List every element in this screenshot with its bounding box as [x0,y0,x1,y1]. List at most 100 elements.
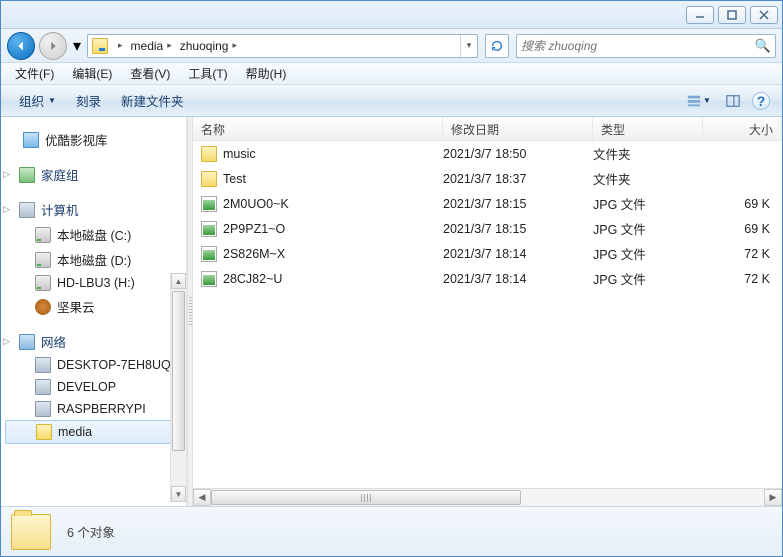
sidebar-group-label: 网络 [41,332,66,351]
minimize-button[interactable] [686,6,714,24]
chevron-right-icon: ▷ [3,204,13,215]
menu-view[interactable]: 查看(V) [122,63,178,84]
body: 优酷影视库 ▷ 家庭组 ▷ 计算机 本地磁盘 (C:) 本地磁盘 (D:) HD-L… [1,117,782,506]
sidebar-item-label: HD-LBU3 (H:) [57,276,135,290]
file-row[interactable]: 28CJ82~U2021/3/7 18:14JPG 文件72 K [193,266,782,291]
col-size[interactable]: 大小 [703,117,782,140]
file-type: JPG 文件 [593,244,703,263]
file-row[interactable]: music2021/3/7 18:50文件夹 [193,141,782,166]
computer-icon [19,202,35,218]
address-dropdown[interactable]: ▾ [461,35,477,57]
network-icon [19,334,35,350]
file-type: JPG 文件 [593,269,703,288]
back-button[interactable] [7,32,35,60]
splitter[interactable] [187,117,193,506]
menu-bar: 文件(F) 编辑(E) 查看(V) 工具(T) 帮助(H) [1,63,782,85]
refresh-button[interactable] [485,34,509,58]
toolbar-burn[interactable]: 刻录 [66,87,111,114]
sidebar-item-host[interactable]: media [5,420,182,444]
drive-icon [35,299,51,315]
sidebar-item-drive[interactable]: HD-LBU3 (H:) [1,272,186,294]
folder-icon [11,514,51,550]
image-file-icon [201,271,217,287]
file-date: 2021/3/7 18:37 [443,172,593,186]
file-date: 2021/3/7 18:14 [443,272,593,286]
sidebar-item-drive[interactable]: 本地磁盘 (D:) [1,247,186,272]
nav-history-dropdown[interactable]: ▾ [71,34,83,58]
scroll-left-arrow[interactable]: ◀ [193,489,211,506]
sidebar-item-label: DESKTOP-7EH8UQ1 [57,358,178,372]
drive-icon [35,275,51,291]
col-date[interactable]: 修改日期 [443,117,593,140]
computer-icon [35,357,51,373]
file-list[interactable]: music2021/3/7 18:50文件夹 Test 2021/3/7 18:37… [193,141,782,488]
file-size: 69 K [703,222,782,236]
scroll-down-arrow[interactable]: ▼ [171,486,186,502]
file-size: 69 K [703,197,782,211]
computer-icon [35,379,51,395]
sidebar-item-label: 本地磁盘 (D:) [57,250,131,269]
sidebar-item-label: RASPBERRYPI [57,402,146,416]
sidebar-group-homegroup[interactable]: ▷ 家庭组 [1,162,186,187]
scroll-thumb[interactable] [172,291,185,451]
homegroup-icon [19,167,35,183]
sidebar-item-drive[interactable]: 本地磁盘 (C:) [1,222,186,247]
toolbar-help-button[interactable]: ? [748,90,774,112]
sidebar-item-youku[interactable]: 优酷影视库 [1,127,186,152]
menu-tools[interactable]: 工具(T) [180,63,235,84]
sidebar-item-drive[interactable]: 坚果云 [1,294,186,319]
col-type[interactable]: 类型 [593,117,703,140]
toolbar-new-folder[interactable]: 新建文件夹 [111,87,194,114]
sidebar-item-host[interactable]: DEVELOP [1,376,186,398]
scroll-up-arrow[interactable]: ▲ [171,273,186,289]
folder-icon [36,424,52,440]
toolbar-organize[interactable]: 组织▼ [9,87,66,114]
sidebar-item-host[interactable]: RASPBERRYPI [1,398,186,420]
toolbar-preview-pane-button[interactable] [720,90,746,112]
status-text: 6 个对象 [67,522,115,541]
address-bar[interactable]: ▸ media▸ zhuoqing▸ ▾ [87,34,478,58]
file-name: Test [223,172,246,186]
sidebar-group-computer[interactable]: ▷ 计算机 [1,197,186,222]
menu-edit[interactable]: 编辑(E) [64,63,120,84]
sidebar-item-label: DEVELOP [57,380,116,394]
file-type: JPG 文件 [593,194,703,213]
horizontal-scrollbar[interactable]: ◀ ▶ [193,488,782,506]
breadcrumb-seg-media[interactable]: media▸ [127,35,176,57]
sidebar-item-label: 坚果云 [57,297,95,316]
file-row[interactable]: 2P9PZ1~O2021/3/7 18:15JPG 文件69 K [193,216,782,241]
search-icon[interactable]: 🔍 [755,38,771,54]
breadcrumb-seg-zhuoqing[interactable]: zhuoqing▸ [176,35,241,57]
file-name: 2S826M~X [223,247,285,261]
file-row[interactable]: 2M0UO0~K2021/3/7 18:15JPG 文件69 K [193,191,782,216]
maximize-button[interactable] [718,6,746,24]
sidebar-item-host[interactable]: DESKTOP-7EH8UQ1 [1,354,186,376]
sidebar-group-label: 家庭组 [41,165,79,184]
file-row[interactable]: 2S826M~X2021/3/7 18:14JPG 文件72 K [193,241,782,266]
menu-file[interactable]: 文件(F) [7,63,62,84]
image-file-icon [201,246,217,262]
sidebar-scrollbar[interactable]: ▲ ▼ [170,273,186,502]
scroll-right-arrow[interactable]: ▶ [764,489,782,506]
toolbar-view-button[interactable]: ▼ [680,90,718,112]
scroll-thumb[interactable] [211,490,521,505]
menu-help[interactable]: 帮助(H) [238,63,295,84]
file-row[interactable]: Test 2021/3/7 18:37文件夹 [193,166,782,191]
file-type: JPG 文件 [593,219,703,238]
sidebar-group-label: 计算机 [41,200,79,219]
close-button[interactable] [750,6,778,24]
breadcrumb-root[interactable]: ▸ [110,35,127,57]
sidebar-item-label: 本地磁盘 (C:) [57,225,131,244]
library-icon [23,132,39,148]
file-type: 文件夹 [593,169,703,188]
scroll-track[interactable] [211,489,764,506]
col-name[interactable]: 名称 [193,117,443,140]
forward-button[interactable] [39,32,67,60]
search-box[interactable]: 🔍 [516,34,776,58]
sidebar-group-network[interactable]: ▷ 网络 [1,329,186,354]
search-input[interactable] [521,39,755,53]
drive-icon [35,227,51,243]
drive-icon [35,252,51,268]
navigation-pane[interactable]: 优酷影视库 ▷ 家庭组 ▷ 计算机 本地磁盘 (C:) 本地磁盘 (D:) HD-L… [1,117,187,506]
file-name: 28CJ82~U [223,272,282,286]
